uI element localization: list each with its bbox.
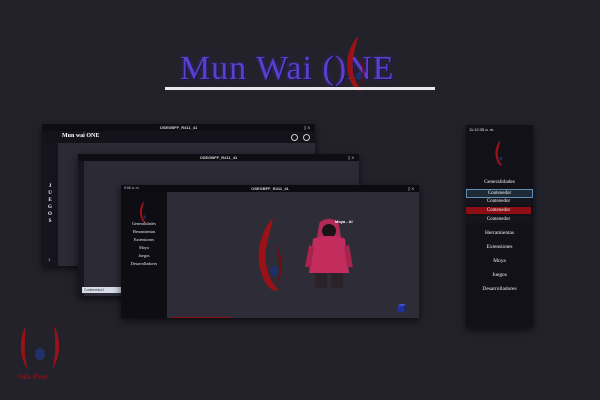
hero-underline (165, 87, 435, 90)
clock: 11:12:35 a. m. (469, 127, 495, 132)
power-icon[interactable] (303, 134, 310, 141)
character-caption: Moya - AI (335, 219, 353, 224)
menu-item-moya[interactable]: Moya (121, 245, 167, 250)
window-titlebar[interactable]: 9:06 a. m. OSEGBFF_R411_41 ▯ X (121, 185, 419, 192)
submenu-contenedor-1[interactable]: Contenedor (466, 189, 533, 198)
menu-item-extensiones[interactable]: Extensiones (121, 237, 167, 242)
menu-item-moya[interactable]: Moya (466, 258, 533, 264)
submenu-contenedor-3[interactable]: Contenedor (466, 207, 531, 214)
app-title: Mun wai ONE (62, 133, 100, 139)
menu-item-generalidades[interactable]: Generalidades (466, 179, 533, 185)
window-title: OSEGBFF_R411_41 (251, 186, 289, 191)
window-title: OSEGBFF_R411_41 (159, 125, 198, 130)
submenu-contenedor-4[interactable]: Contenedor (466, 216, 531, 223)
window-controls[interactable]: ▯ X (348, 155, 354, 160)
flame-logo-icon (258, 217, 282, 291)
window-titlebar[interactable]: OSEGBFF_R411_41 ▯ X (42, 124, 315, 131)
status-line (171, 317, 231, 318)
menu-item-desarrolladores[interactable]: Desarrolladores (121, 261, 167, 266)
menu-item-herramientas[interactable]: Herramientas (121, 229, 167, 234)
menu-item-extensiones[interactable]: Extensiones (466, 244, 533, 250)
cube-icon[interactable] (396, 303, 408, 313)
vertical-label: JUEGOS (46, 183, 54, 225)
menu-item-herramientas[interactable]: Herramientas (466, 230, 533, 236)
menu-item-generalidades[interactable]: Generalidades (121, 221, 167, 226)
flame-logo-icon (495, 139, 503, 166)
hero-logo: Mun Wai ()NE (168, 34, 438, 92)
minimize-icon[interactable] (291, 134, 298, 141)
submenu-contenedor-2[interactable]: Contenedor (466, 198, 531, 205)
character-image (305, 219, 353, 288)
window-titlebar[interactable]: OSEGBFF_R411_41 ▯ X (78, 154, 359, 161)
right-menu-panel: 11:12:35 a. m. Generalidades Contenedor … (466, 125, 533, 327)
menu-item-juegos[interactable]: Juegos (121, 253, 167, 258)
menu-item-juegos[interactable]: Juegos (466, 272, 533, 278)
vertical-label-text: JUEGOS (48, 184, 52, 224)
window-controls[interactable]: ▯ X (408, 186, 414, 191)
window-title: OSEGBFF_R411_41 (199, 155, 238, 160)
menu-item-desarrolladores[interactable]: Desarrolladores (466, 286, 533, 292)
contenedor1-field[interactable]: Contenedor1 (82, 287, 122, 293)
side-number: 1 (48, 257, 51, 262)
flame-logo-icon (347, 36, 365, 91)
window-main[interactable]: 9:06 a. m. OSEGBFF_R411_41 ▯ X Generalid… (121, 185, 419, 318)
side-menu: Generalidades Herramientas Extensiones M… (121, 192, 167, 318)
bottom-logo-text: Oda Pent (18, 373, 48, 381)
sidebar: JUEGOS 1 (42, 143, 58, 266)
sidebar (78, 161, 84, 296)
window-controls[interactable]: ▯ X (304, 125, 310, 130)
